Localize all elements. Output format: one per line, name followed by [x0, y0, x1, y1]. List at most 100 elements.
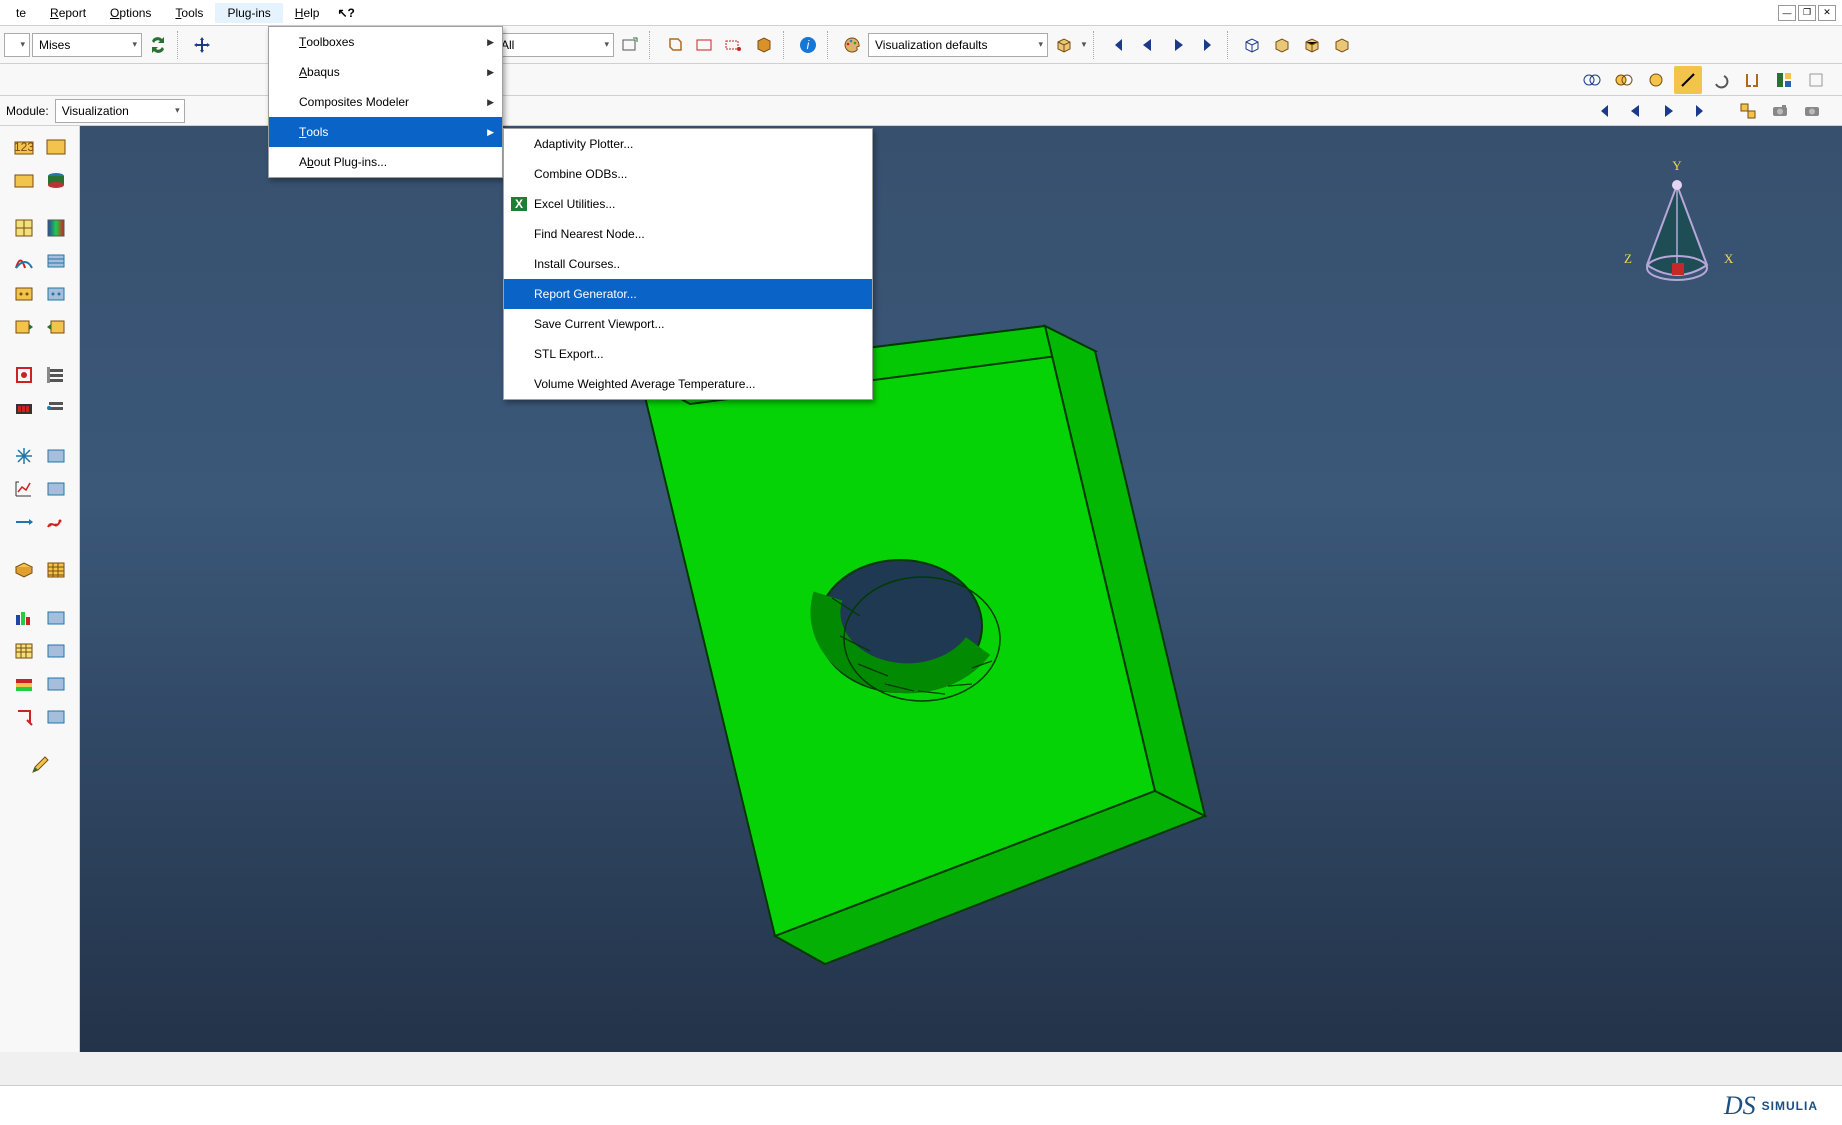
circle3-icon[interactable]: [1642, 66, 1670, 94]
wire-cube1-icon[interactable]: [1238, 31, 1266, 59]
toolbox-btn-12a[interactable]: [9, 555, 39, 585]
camera1-icon[interactable]: [1766, 97, 1794, 125]
toolbox-btn-2a[interactable]: [9, 165, 39, 195]
plugins-item-about[interactable]: About Plug-ins...: [269, 147, 502, 177]
tools-item-find-node[interactable]: Find Nearest Node...: [504, 219, 872, 249]
anim-prev-icon[interactable]: [1622, 97, 1650, 125]
blank-cube-icon[interactable]: [1802, 66, 1830, 94]
toolbox-btn-1b[interactable]: [41, 132, 71, 162]
last-frame-icon[interactable]: [1194, 31, 1222, 59]
tools-item-install-courses[interactable]: Install Courses..: [504, 249, 872, 279]
plugins-item-tools[interactable]: Tools: [269, 117, 502, 147]
toolbox-btn-6a[interactable]: [9, 312, 39, 342]
layout-icon[interactable]: [1770, 66, 1798, 94]
toolbox-btn-3b[interactable]: [41, 213, 71, 243]
toolbox-btn-12b[interactable]: [41, 555, 71, 585]
toolbox-btn-10b[interactable]: [41, 474, 71, 504]
tools-item-save-viewport[interactable]: Save Current Viewport...: [504, 309, 872, 339]
wire-cube3-icon[interactable]: [1298, 31, 1326, 59]
toolbox-btn-5b[interactable]: [41, 279, 71, 309]
render-style-combo[interactable]: Visualization defaults: [868, 33, 1048, 57]
toolbox-btn-14b[interactable]: [41, 636, 71, 666]
rect-select-icon[interactable]: [690, 31, 718, 59]
menu-item-tools[interactable]: Tools: [163, 3, 215, 23]
toolbox-btn-11a[interactable]: [9, 507, 39, 537]
toolbox-btn-9b[interactable]: [41, 441, 71, 471]
toolbox-btn-4b[interactable]: [41, 246, 71, 276]
left-toolbox: 123: [0, 126, 80, 1052]
close-button[interactable]: ✕: [1818, 5, 1836, 21]
tools-item-volume-temp[interactable]: Volume Weighted Average Temperature...: [504, 369, 872, 399]
lasso-select-icon[interactable]: [720, 31, 748, 59]
toolbox-btn-15a[interactable]: [9, 669, 39, 699]
toolbox-btn-11b[interactable]: [41, 507, 71, 537]
context-help-icon[interactable]: ↖?: [337, 6, 354, 20]
sync-icon[interactable]: [1734, 97, 1762, 125]
first-frame-icon[interactable]: [1104, 31, 1132, 59]
toolbox-btn-10a[interactable]: [9, 474, 39, 504]
tools-item-stl-export[interactable]: STL Export...: [504, 339, 872, 369]
plugins-item-composites[interactable]: Composites Modeler: [269, 87, 502, 117]
add-selection-icon[interactable]: [616, 31, 644, 59]
maximize-button[interactable]: ❐: [1798, 5, 1816, 21]
palette-icon[interactable]: [838, 31, 866, 59]
prev-frame-icon[interactable]: [1134, 31, 1162, 59]
toolbox-btn-6b[interactable]: [41, 312, 71, 342]
menu-item-report[interactable]: Report: [38, 3, 98, 23]
plugins-item-toolboxes[interactable]: Toolboxes: [269, 27, 502, 57]
toolbox-btn-1a[interactable]: 123: [9, 132, 39, 162]
toolbox-btn-8b[interactable]: [41, 393, 71, 423]
highlight-icon[interactable]: [1674, 66, 1702, 94]
toolbox-btn-4a[interactable]: [9, 246, 39, 276]
wire-cube4-icon[interactable]: [1328, 31, 1356, 59]
tools-item-report-generator[interactable]: Report Generator...: [504, 279, 872, 309]
toolbox-btn-2b[interactable]: [41, 165, 71, 195]
box-select-icon[interactable]: [660, 31, 688, 59]
anim-next-icon[interactable]: [1654, 97, 1682, 125]
circles1-icon[interactable]: [1578, 66, 1606, 94]
toolbox-btn-9a[interactable]: [9, 441, 39, 471]
viewport[interactable]: Y X Z: [80, 126, 1842, 1052]
menu-item-plugins[interactable]: Plug-ins: [215, 3, 282, 23]
wire-cube2-icon[interactable]: [1268, 31, 1296, 59]
solid-select-icon[interactable]: [750, 31, 778, 59]
tools-item-combine-odbs[interactable]: Combine ODBs...: [504, 159, 872, 189]
bracket-icon[interactable]: [1738, 66, 1766, 94]
brand-prefix: DS: [1724, 1091, 1756, 1121]
main-area: 123 Y X Z: [0, 126, 1842, 1052]
combo-small-left[interactable]: [4, 33, 30, 57]
next-frame-icon[interactable]: [1164, 31, 1192, 59]
camera2-icon[interactable]: [1798, 97, 1826, 125]
iso-cube-icon[interactable]: [1050, 31, 1078, 59]
toolbox-btn-13a[interactable]: [9, 603, 39, 633]
toolbox-btn-7a[interactable]: [9, 360, 39, 390]
pan-icon[interactable]: [188, 31, 216, 59]
tools-item-adaptivity[interactable]: Adaptivity Plotter...: [504, 129, 872, 159]
cycle-icon[interactable]: [144, 31, 172, 59]
toolbox-btn-15b[interactable]: [41, 669, 71, 699]
selection-filter-combo[interactable]: All: [494, 33, 614, 57]
toolbox-btn-8a[interactable]: [9, 393, 39, 423]
info-icon[interactable]: i: [794, 31, 822, 59]
anim-last-icon[interactable]: [1686, 97, 1714, 125]
toolbox-btn-5a[interactable]: [9, 279, 39, 309]
plugins-item-abaqus[interactable]: Abaqus: [269, 57, 502, 87]
plugins-dropdown: Toolboxes Abaqus Composites Modeler Tool…: [268, 26, 503, 178]
toolbox-btn-16a[interactable]: [9, 702, 39, 732]
menu-item-te[interactable]: te: [4, 3, 38, 23]
tools-item-excel[interactable]: X Excel Utilities...: [504, 189, 872, 219]
toolbox-btn-pencil[interactable]: [25, 750, 55, 780]
toolbox-btn-14a[interactable]: [9, 636, 39, 666]
undo-arc-icon[interactable]: [1706, 66, 1734, 94]
circles2-icon[interactable]: [1610, 66, 1638, 94]
toolbox-btn-3a[interactable]: [9, 213, 39, 243]
anim-first-icon[interactable]: [1590, 97, 1618, 125]
toolbox-btn-7b[interactable]: [41, 360, 71, 390]
toolbox-btn-16b[interactable]: [41, 702, 71, 732]
module-combo[interactable]: Visualization: [55, 99, 185, 123]
menu-item-options[interactable]: Options: [98, 3, 163, 23]
toolbox-btn-13b[interactable]: [41, 603, 71, 633]
menu-item-help[interactable]: Help: [283, 3, 332, 23]
minimize-button[interactable]: —: [1778, 5, 1796, 21]
field-output-combo[interactable]: Mises: [32, 33, 142, 57]
